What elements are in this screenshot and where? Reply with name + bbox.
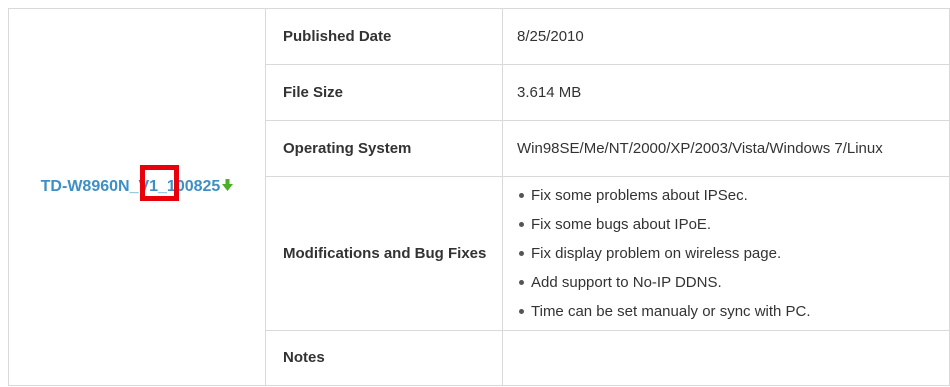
modification-item: Fix some problems about IPSec. xyxy=(517,181,949,210)
notes-label: Notes xyxy=(265,330,503,386)
published-date-label: Published Date xyxy=(265,8,503,65)
file-size-value: 3.614 MB xyxy=(502,64,950,121)
firmware-file-name[interactable]: TD-W8960N_V1_100825 xyxy=(41,178,221,195)
operating-system-value: Win98SE/Me/NT/2000/XP/2003/Vista/Windows… xyxy=(502,120,950,177)
file-size-label: File Size xyxy=(265,64,503,121)
firmware-file-cell: TD-W8960N_V1_100825 xyxy=(8,8,266,386)
operating-system-label: Operating System xyxy=(265,120,503,177)
modification-item: Add support to No-IP DDNS. xyxy=(517,268,949,297)
published-date-row: TD-W8960N_V1_100825 Published Date 8/25/… xyxy=(8,8,950,386)
notes-value xyxy=(502,330,950,386)
modification-item: Fix display problem on wireless page. xyxy=(517,239,949,268)
modifications-label: Modifications and Bug Fixes xyxy=(265,176,503,331)
modifications-value: Fix some problems about IPSec. Fix some … xyxy=(502,176,950,331)
firmware-download-link[interactable]: TD-W8960N_V1_100825 xyxy=(27,176,247,198)
published-date-value: 8/25/2010 xyxy=(502,8,950,65)
modifications-list: Fix some problems about IPSec. Fix some … xyxy=(517,181,949,326)
modification-item: Time can be set manualy or sync with PC. xyxy=(517,297,949,326)
firmware-details-table: TD-W8960N_V1_100825 Published Date 8/25/… xyxy=(8,8,950,386)
modification-item: Fix some bugs about IPoE. xyxy=(517,210,949,239)
download-arrow-icon[interactable] xyxy=(222,176,234,198)
